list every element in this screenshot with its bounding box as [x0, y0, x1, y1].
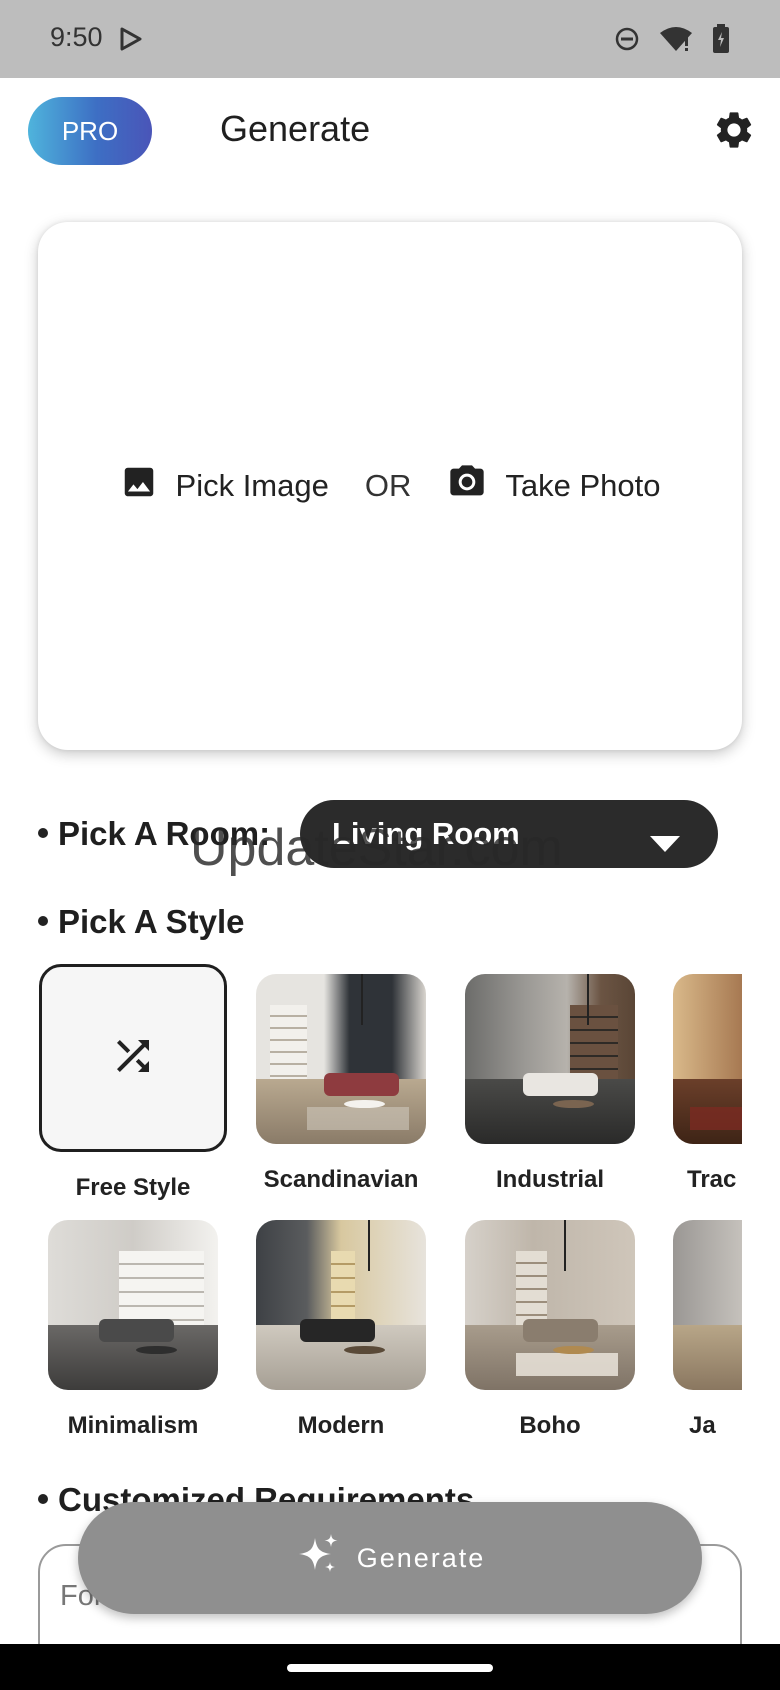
style-item-free-style[interactable]: Free Style	[38, 964, 228, 1202]
status-time: 9:50	[50, 22, 103, 52]
do-not-disturb-icon	[614, 26, 640, 57]
style-item-industrial[interactable]: Industrial	[455, 964, 645, 1194]
pick-image-label: Pick Image	[175, 468, 329, 503]
wifi-icon	[658, 25, 694, 58]
caret-down-icon	[650, 826, 680, 862]
shuffle-icon	[109, 1032, 157, 1085]
modern-thumb	[256, 1220, 426, 1390]
camera-icon	[447, 462, 505, 510]
pick-style-heading: Pick A Style	[38, 903, 244, 941]
pick-image-button[interactable]: Pick Image	[120, 463, 329, 509]
style-label: Modern	[297, 1412, 385, 1439]
industrial-thumb	[465, 974, 635, 1144]
style-item-boho[interactable]: Boho	[455, 1210, 645, 1440]
home-gesture-handle[interactable]	[287, 1664, 493, 1672]
style-label: Scandinavian	[263, 1166, 419, 1193]
style-label: Trac	[687, 1166, 737, 1193]
scandinavian-thumb	[256, 974, 426, 1144]
boho-thumb	[465, 1220, 635, 1390]
status-bar: 9:50	[0, 0, 780, 78]
take-photo-label: Take Photo	[505, 468, 661, 503]
minimalism-thumb	[48, 1220, 218, 1390]
play-store-icon	[118, 26, 144, 57]
bullet-dot	[38, 1494, 48, 1505]
battery-icon	[712, 24, 730, 59]
japanese-thumb	[673, 1220, 742, 1390]
settings-gear-icon[interactable]	[712, 108, 756, 152]
style-label: Industrial	[495, 1166, 604, 1193]
pick-style-label: Pick A Style	[58, 903, 245, 940]
free-style-thumb	[39, 964, 227, 1152]
style-item-traditional[interactable]: Trac	[663, 964, 742, 1194]
style-item-scandinavian[interactable]: Scandinavian	[246, 964, 436, 1194]
sparkles-icon	[295, 1532, 357, 1585]
generate-button[interactable]: Generate	[78, 1502, 702, 1614]
pro-button[interactable]: PRO	[28, 97, 152, 165]
style-item-modern[interactable]: Modern	[246, 1210, 436, 1440]
take-photo-button[interactable]: Take Photo	[447, 462, 660, 510]
style-item-minimalism[interactable]: Minimalism	[38, 1210, 228, 1440]
style-label: Boho	[519, 1412, 581, 1439]
style-grid: Free Style Scandinavian Industrial Trac …	[38, 962, 742, 1452]
or-label: OR	[364, 468, 412, 503]
image-icon	[120, 463, 176, 509]
watermark: UpdateStar.com	[190, 819, 563, 877]
style-label: Ja	[689, 1412, 716, 1439]
style-item-japanese[interactable]: Ja	[663, 1210, 742, 1440]
generate-button-label: Generate	[356, 1542, 486, 1573]
image-picker-card: Pick Image OR Take Photo	[38, 222, 742, 750]
status-icons	[614, 24, 730, 59]
traditional-thumb	[673, 974, 742, 1144]
style-label: Minimalism	[67, 1412, 199, 1439]
page-title: Generate	[220, 108, 371, 149]
bullet-dot	[38, 828, 48, 839]
style-label: Free Style	[75, 1174, 191, 1201]
bullet-dot	[38, 916, 48, 927]
